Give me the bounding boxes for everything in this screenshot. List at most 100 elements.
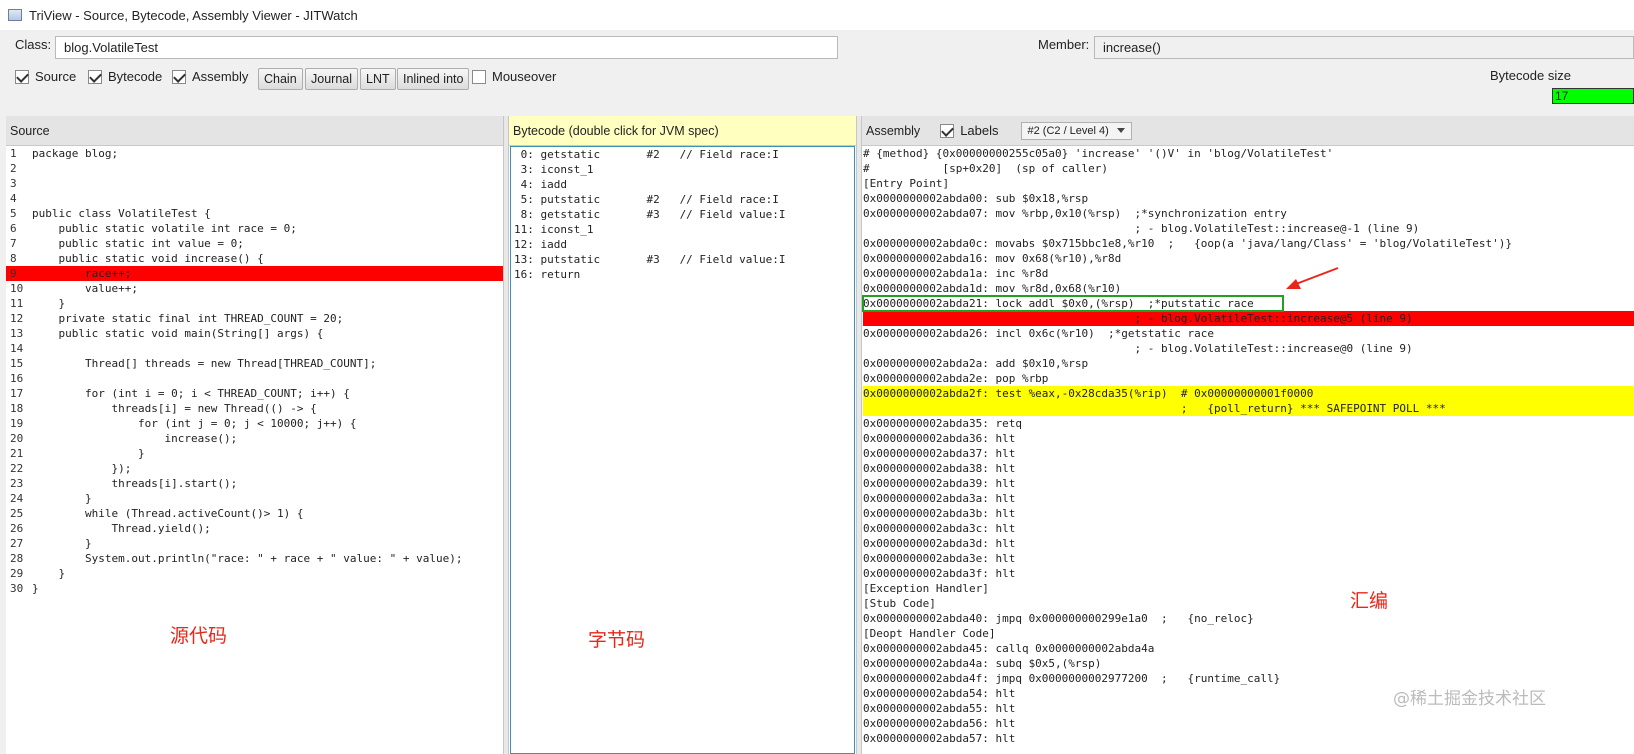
- bytecode-line[interactable]: 4: iadd: [514, 177, 854, 192]
- bytecode-checkbox-box[interactable]: [88, 69, 102, 84]
- assembly-line[interactable]: # [sp+0x20] (sp of caller): [863, 161, 1634, 176]
- source-line[interactable]: 8 public static void increase() {: [6, 251, 503, 266]
- source-line[interactable]: 1 package blog;: [6, 146, 503, 161]
- assembly-line[interactable]: 0x0000000002abda2a: add $0x10,%rsp: [863, 356, 1634, 371]
- bytecode-line[interactable]: 3: iconst_1: [514, 162, 854, 177]
- source-line[interactable]: 22 });: [6, 461, 503, 476]
- source-line[interactable]: 17 for (int i = 0; i < THREAD_COUNT; i++…: [6, 386, 503, 401]
- bytecode-line[interactable]: 0: getstatic #2 // Field race:I: [514, 147, 854, 162]
- source-line[interactable]: 28 System.out.println("race: " + race + …: [6, 551, 503, 566]
- assembly-checkbox[interactable]: Assembly: [172, 69, 248, 84]
- assembly-line[interactable]: 0x0000000002abda39: hlt: [863, 476, 1634, 491]
- assembly-line[interactable]: 0x0000000002abda2f: test %eax,-0x28cda35…: [863, 386, 1634, 401]
- source-line[interactable]: 9 race++;: [6, 266, 503, 281]
- source-line[interactable]: 4: [6, 191, 503, 206]
- source-line[interactable]: 7 public static int value = 0;: [6, 236, 503, 251]
- assembly-line[interactable]: 0x0000000002abda57: hlt: [863, 731, 1634, 746]
- source-line[interactable]: 20 increase();: [6, 431, 503, 446]
- assembly-line[interactable]: 0x0000000002abda00: sub $0x18,%rsp: [863, 191, 1634, 206]
- mouseover-checkbox-box[interactable]: [472, 69, 486, 84]
- assembly-line[interactable]: [Exception Handler]: [863, 581, 1634, 596]
- bytecode-line[interactable]: 5: putstatic #2 // Field race:I: [514, 192, 854, 207]
- assembly-line[interactable]: 0x0000000002abda3d: hlt: [863, 536, 1634, 551]
- inlined-into-button[interactable]: Inlined into: [397, 68, 470, 90]
- assembly-line[interactable]: 0x0000000002abda3e: hlt: [863, 551, 1634, 566]
- assembly-line[interactable]: [Deopt Handler Code]: [863, 626, 1634, 641]
- source-line[interactable]: 18 threads[i] = new Thread(() -> {: [6, 401, 503, 416]
- assembly-line[interactable]: 0x0000000002abda1d: mov %r8d,0x68(%r10): [863, 281, 1634, 296]
- source-line[interactable]: 2: [6, 161, 503, 176]
- source-line[interactable]: 26 Thread.yield();: [6, 521, 503, 536]
- source-line[interactable]: 3: [6, 176, 503, 191]
- source-line[interactable]: 6 public static volatile int race = 0;: [6, 221, 503, 236]
- source-code[interactable]: 1 package blog; 2 3 4 5 public class VolatileT…: [6, 146, 503, 596]
- source-checkbox-box[interactable]: [15, 69, 29, 84]
- assembly-line[interactable]: 0x0000000002abda3f: hlt: [863, 566, 1634, 581]
- assembly-line[interactable]: 0x0000000002abda3b: hlt: [863, 506, 1634, 521]
- labels-checkbox[interactable]: Labels: [940, 123, 999, 138]
- assembly-line[interactable]: [Stub Code]: [863, 596, 1634, 611]
- bytecode-line[interactable]: 11: iconst_1: [514, 222, 854, 237]
- chain-button[interactable]: Chain: [258, 68, 303, 90]
- assembly-line[interactable]: 0x0000000002abda4a: subq $0x5,(%rsp): [863, 656, 1634, 671]
- source-line-text: race++;: [32, 267, 132, 280]
- source-line[interactable]: 30}: [6, 581, 503, 596]
- source-line[interactable]: 25 while (Thread.activeCount()> 1) {: [6, 506, 503, 521]
- line-number: 1: [10, 147, 17, 160]
- assembly-line-highlighted[interactable]: 0x0000000002abda21: lock addl $0x0,(%rsp…: [862, 295, 1284, 312]
- bytecode-checkbox[interactable]: Bytecode: [88, 69, 162, 84]
- source-line[interactable]: 29 }: [6, 566, 503, 581]
- source-line[interactable]: 12 private static final int THREAD_COUNT…: [6, 311, 503, 326]
- source-line[interactable]: 16: [6, 371, 503, 386]
- assembly-line[interactable]: 0x0000000002abda3c: hlt: [863, 521, 1634, 536]
- source-line[interactable]: 5 public class VolatileTest {: [6, 206, 503, 221]
- source-line[interactable]: 11 }: [6, 296, 503, 311]
- assembly-line[interactable]: 0x0000000002abda2e: pop %rbp: [863, 371, 1634, 386]
- lnt-button[interactable]: LNT: [360, 68, 396, 90]
- assembly-line[interactable]: 0x0000000002abda26: incl 0x6c(%r10) ;*ge…: [863, 326, 1634, 341]
- journal-button[interactable]: Journal: [305, 68, 358, 90]
- assembly-line[interactable]: 0x0000000002abda0c: movabs $0x715bbc1e8,…: [863, 236, 1634, 251]
- bytecode-line[interactable]: 13: putstatic #3 // Field value:I: [514, 252, 854, 267]
- assembly-line[interactable]: ; {poll_return} *** SAFEPOINT POLL ***: [863, 401, 1634, 416]
- assembly-line[interactable]: ; - blog.VolatileTest::increase@5 (line …: [863, 311, 1634, 326]
- assembly-line[interactable]: 0x0000000002abda56: hlt: [863, 716, 1634, 731]
- source-line[interactable]: 15 Thread[] threads = new Thread[THREAD_…: [6, 356, 503, 371]
- compilation-select[interactable]: #2 (C2 / Level 4): [1020, 121, 1132, 140]
- assembly-code[interactable]: # {method} {0x00000000255c05a0} 'increas…: [862, 146, 1634, 746]
- source-line[interactable]: 24 }: [6, 491, 503, 506]
- assembly-line[interactable]: 0x0000000002abda3a: hlt: [863, 491, 1634, 506]
- source-line[interactable]: 21 }: [6, 446, 503, 461]
- labels-checkbox-box[interactable]: [940, 123, 955, 138]
- bytecode-code[interactable]: 0: getstatic #2 // Field race:I 3: icons…: [510, 146, 855, 754]
- app-icon: [8, 9, 22, 21]
- member-select[interactable]: increase(): [1094, 36, 1634, 59]
- assembly-line[interactable]: [Entry Point]: [863, 176, 1634, 191]
- assembly-line[interactable]: ; - blog.VolatileTest::increase@-1 (line…: [863, 221, 1634, 236]
- assembly-line[interactable]: 0x0000000002abda36: hlt: [863, 431, 1634, 446]
- bytecode-line[interactable]: 8: getstatic #3 // Field value:I: [514, 207, 854, 222]
- source-line[interactable]: 13 public static void main(String[] args…: [6, 326, 503, 341]
- assembly-line[interactable]: 0x0000000002abda45: callq 0x0000000002ab…: [863, 641, 1634, 656]
- assembly-line[interactable]: 0x0000000002abda16: mov 0x68(%r10),%r8d: [863, 251, 1634, 266]
- assembly-checkbox-box[interactable]: [172, 69, 186, 84]
- assembly-line[interactable]: 0x0000000002abda38: hlt: [863, 461, 1634, 476]
- assembly-line[interactable]: 0x0000000002abda40: jmpq 0x000000000299e…: [863, 611, 1634, 626]
- source-line[interactable]: 23 threads[i].start();: [6, 476, 503, 491]
- assembly-line[interactable]: 0x0000000002abda35: retq: [863, 416, 1634, 431]
- assembly-line[interactable]: 0x0000000002abda07: mov %rbp,0x10(%rsp) …: [863, 206, 1634, 221]
- assembly-line[interactable]: ; - blog.VolatileTest::increase@0 (line …: [863, 341, 1634, 356]
- source-line[interactable]: 19 for (int j = 0; j < 10000; j++) {: [6, 416, 503, 431]
- class-field[interactable]: blog.VolatileTest: [55, 36, 838, 59]
- assembly-line[interactable]: # {method} {0x00000000255c05a0} 'increas…: [863, 146, 1634, 161]
- bytecode-size-label: Bytecode size: [1490, 68, 1571, 83]
- mouseover-checkbox[interactable]: Mouseover: [472, 69, 556, 84]
- bytecode-line[interactable]: 12: iadd: [514, 237, 854, 252]
- assembly-line[interactable]: 0x0000000002abda1a: inc %r8d: [863, 266, 1634, 281]
- source-line[interactable]: 27 }: [6, 536, 503, 551]
- source-checkbox[interactable]: Source: [15, 69, 76, 84]
- assembly-line[interactable]: 0x0000000002abda37: hlt: [863, 446, 1634, 461]
- bytecode-line[interactable]: 16: return: [514, 267, 854, 282]
- source-line[interactable]: 10 value++;: [6, 281, 503, 296]
- source-line[interactable]: 14: [6, 341, 503, 356]
